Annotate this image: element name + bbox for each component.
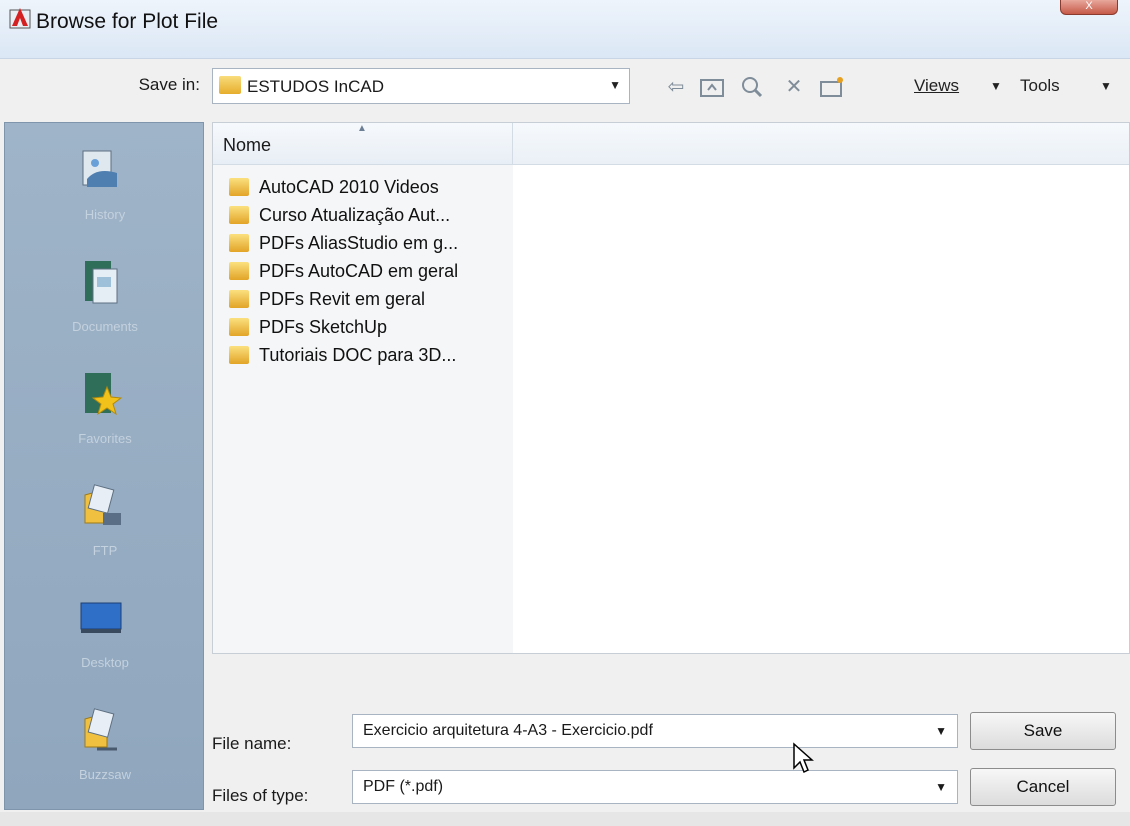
ftp-icon [84,484,121,525]
desktop-icon [80,602,122,633]
back-arrow-icon[interactable]: ⇦ [660,72,692,102]
folder-icon [229,318,249,336]
file-type-dropdown[interactable]: PDF (*.pdf) ▼ [352,770,958,804]
window-title: Browse for Plot File [36,10,219,33]
mouse-cursor-icon [793,742,814,774]
new-folder-icon[interactable] [816,72,848,102]
folder-icon [229,178,249,196]
tools-menu[interactable]: Tools [1020,76,1060,96]
tools-chevron-icon: ▼ [1100,79,1112,93]
save-button[interactable]: Save [970,712,1116,750]
file-name-field[interactable]: Exercicio arquitetura 4-A3 - Exercicio.p… [352,714,958,748]
list-item-label: PDFs Revit em geral [259,289,426,309]
place-label: Buzzsaw [78,767,132,782]
file-name-label: File name: [212,734,292,753]
list-item-label: PDFs SketchUp [259,317,388,337]
chevron-down-icon[interactable]: ▼ [935,724,947,738]
folder-icon [219,76,241,94]
sort-up-icon: ▲ [357,123,367,134]
place-favorites[interactable]: Favorites [5,361,205,473]
list-item-label: Curso Atualização Aut... [259,205,451,225]
file-list[interactable]: ▲ Nome AutoCAD 2010 Videos Curso Atualiz… [212,122,1130,654]
list-item-label: PDFs AliasStudio em g... [259,233,459,253]
views-label: Views [914,76,960,95]
column-header-label: Nome [223,135,272,155]
places-bar: History Documents Favorites FTP Desktop [4,122,204,810]
close-button[interactable]: X [1060,0,1118,15]
favorites-icon [85,373,123,416]
folder-icon [229,290,249,308]
place-buzzsaw[interactable]: Buzzsaw [5,697,205,809]
folder-icon [229,234,249,252]
history-icon [82,150,117,187]
views-menu[interactable]: Views [914,76,959,96]
cancel-button[interactable]: Cancel [970,768,1116,806]
folder-icon [229,346,249,364]
place-label: Desktop [81,655,129,670]
file-type-value: PDF (*.pdf) [363,778,444,795]
buzzsaw-icon [84,708,117,751]
list-item-label: PDFs AutoCAD em geral [259,261,459,281]
close-icon: X [1085,0,1093,12]
save-in-label: Save in: [138,75,200,94]
column-header-nome[interactable]: ▲ Nome [213,123,513,165]
up-folder-icon[interactable] [696,72,728,102]
chevron-down-icon[interactable]: ▼ [935,780,947,794]
title-bar: Browse for Plot File X [0,0,1130,59]
list-item-label: Tutoriais DOC para 3D... [259,345,457,365]
autocad-app-icon [9,8,31,29]
place-ftp[interactable]: FTP [5,473,205,585]
column-header-filler [513,123,1129,165]
folder-icon [229,262,249,280]
views-chevron-icon: ▼ [990,79,1002,93]
list-column: AutoCAD 2010 Videos Curso Atualização Au… [213,165,513,653]
list-item-label: AutoCAD 2010 Videos [259,177,439,197]
place-desktop[interactable]: Desktop [5,585,205,697]
save-in-value: ESTUDOS InCAD [247,77,384,96]
place-history[interactable]: History [5,137,205,249]
delete-icon[interactable]: ✕ [778,72,810,102]
place-documents[interactable]: Documents [5,249,205,361]
bottom-edge [0,812,1130,826]
place-label: Favorites [78,431,132,446]
place-label: FTP [92,543,118,558]
search-web-icon[interactable] [736,72,768,102]
folder-icon [229,206,249,224]
file-type-label: Files of type: [212,786,309,805]
place-label: History [84,207,126,222]
file-name-value: Exercicio arquitetura 4-A3 - Exercicio.p… [363,722,653,739]
chevron-down-icon: ▼ [609,78,621,92]
documents-icon [85,261,118,304]
save-in-dropdown[interactable]: ESTUDOS InCAD ▼ [212,68,630,104]
place-label: Documents [72,319,138,334]
